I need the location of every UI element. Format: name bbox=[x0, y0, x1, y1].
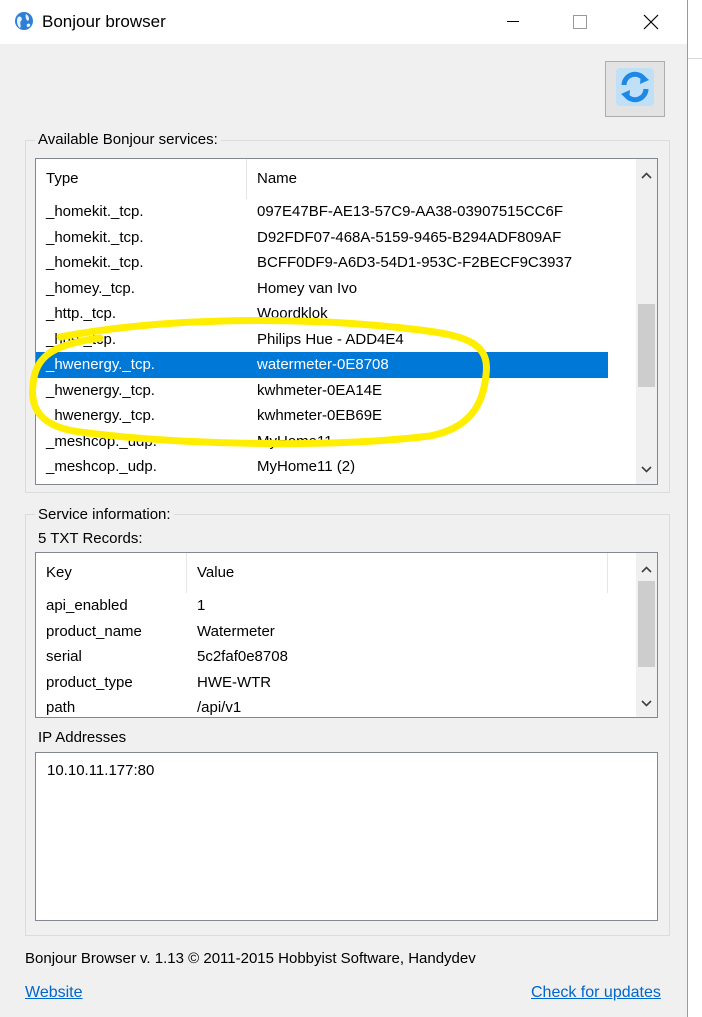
service-name: MyHome11 bbox=[257, 432, 333, 450]
service-row-selected[interactable]: _hwenergy._tcp. watermeter-0E8708 bbox=[36, 352, 608, 378]
service-row[interactable]: _homey._tcp. Homey van Ivo bbox=[36, 276, 608, 302]
background-window-strip bbox=[688, 0, 702, 1017]
bonjour-browser-window: Bonjour browser Available Bonjour servic… bbox=[0, 0, 688, 1017]
txt-record-value: 1 bbox=[197, 597, 206, 614]
scroll-down-arrow-icon[interactable] bbox=[636, 459, 657, 480]
service-row[interactable]: _hwenergy._tcp. kwhmeter-0EB69E bbox=[36, 403, 608, 429]
service-name: kwhmeter-0EA14E bbox=[257, 381, 383, 399]
service-name: kwhmeter-0EB69E bbox=[257, 407, 383, 424]
txt-record-value: Watermeter bbox=[197, 622, 275, 640]
service-name: BCFF0DF9-A6D3-54D1-953C-F2BECF9C3937 bbox=[257, 254, 573, 271]
window-title: Bonjour browser bbox=[42, 12, 166, 31]
service-row[interactable]: _homekit._tcp. 097E47BF-AE13-57C9-AA38-03… bbox=[36, 199, 608, 225]
service-type: _homekit._tcp. bbox=[46, 203, 144, 220]
txt-record-row[interactable]: api_enabled 1 bbox=[36, 593, 608, 619]
service-name: Homey van Ivo bbox=[257, 279, 358, 297]
service-row[interactable]: _meshcop._udp. MyHome11 bbox=[36, 429, 608, 455]
globe-icon bbox=[14, 11, 34, 31]
service-name: Philips Hue - ADD4E4 bbox=[257, 330, 404, 348]
service-type: _homekit._tcp. bbox=[46, 228, 144, 246]
maximize-button[interactable] bbox=[557, 0, 603, 44]
version-text: Bonjour Browser v. 1.13 © 2011-2015 Hobb… bbox=[25, 950, 476, 967]
refresh-button[interactable] bbox=[605, 61, 665, 117]
services-scrollbar[interactable] bbox=[636, 159, 657, 484]
txt-record-value: 5c2faf0e8708 bbox=[197, 648, 288, 665]
txt-record-value: HWE-WTR bbox=[197, 673, 272, 691]
txt-scroll-thumb[interactable] bbox=[638, 581, 655, 667]
txt-record-key: product_type bbox=[46, 673, 133, 691]
service-info-label: Service information: bbox=[35, 506, 174, 523]
service-type: _hwenergy._tcp. bbox=[46, 381, 155, 399]
service-name: watermeter-0E8708 bbox=[257, 356, 389, 373]
txt-record-row[interactable]: serial 5c2faf0e8708 bbox=[36, 644, 608, 670]
column-header-type[interactable]: Type bbox=[36, 159, 247, 199]
service-type: _homekit._tcp. bbox=[46, 254, 144, 271]
service-type: _meshcop._udp. bbox=[46, 432, 157, 450]
service-type: _hwenergy._tcp. bbox=[46, 407, 155, 424]
txt-record-key: api_enabled bbox=[46, 597, 128, 614]
column-header-value[interactable]: Value bbox=[187, 553, 608, 593]
scroll-down-arrow-icon[interactable] bbox=[636, 693, 657, 714]
close-button[interactable] bbox=[628, 0, 674, 44]
service-type: _hwenergy._tcp. bbox=[46, 356, 155, 373]
column-header-key[interactable]: Key bbox=[36, 553, 187, 593]
service-type: _homey._tcp. bbox=[46, 279, 135, 297]
service-type: _hue._tcp. bbox=[46, 330, 117, 348]
ip-addresses-label: IP Addresses bbox=[38, 729, 127, 746]
txt-record-value: /api/v1 bbox=[197, 699, 242, 716]
title-bar[interactable]: Bonjour browser bbox=[0, 0, 687, 44]
services-group-label: Available Bonjour services: bbox=[35, 131, 221, 148]
txt-record-row[interactable]: product_type HWE-WTR bbox=[36, 670, 608, 696]
txt-records-scrollbar[interactable] bbox=[636, 553, 657, 717]
services-list[interactable]: Type Name _homekit._tcp. 097E47BF-AE13-57… bbox=[35, 158, 658, 485]
txt-record-key: path bbox=[46, 699, 76, 716]
service-name: 097E47BF-AE13-57C9-AA38-03907515CC6F bbox=[257, 203, 564, 220]
service-row[interactable]: _meshcop._udp. MyHome11 (2) bbox=[36, 454, 608, 480]
ip-address-value: 10.10.11.177:80 bbox=[47, 762, 155, 779]
service-row[interactable]: _http._tcp. Woordklok bbox=[36, 301, 608, 327]
txt-records-count: 5 TXT Records: bbox=[38, 530, 143, 547]
service-type: _http._tcp. bbox=[46, 305, 117, 322]
service-row[interactable]: _hwenergy._tcp. kwhmeter-0EA14E bbox=[36, 378, 608, 404]
check-for-updates-link[interactable]: Check for updates bbox=[531, 984, 661, 1002]
services-scroll-thumb[interactable] bbox=[638, 304, 655, 387]
service-name: MyHome11 (2) bbox=[257, 458, 356, 475]
ip-addresses-box[interactable]: 10.10.11.177:80 bbox=[35, 752, 658, 921]
scroll-up-arrow-icon[interactable] bbox=[636, 165, 657, 186]
scroll-up-arrow-icon[interactable] bbox=[636, 559, 657, 580]
column-header-name[interactable]: Name bbox=[247, 159, 637, 199]
website-link[interactable]: Website bbox=[25, 984, 83, 1002]
txt-record-key: product_name bbox=[46, 622, 142, 640]
refresh-icon bbox=[615, 67, 655, 111]
service-row[interactable]: _homekit._tcp. D92FDF07-468A-5159-9465-B2… bbox=[36, 225, 608, 251]
txt-record-row[interactable]: path/api/v1 bbox=[36, 695, 608, 717]
txt-record-row[interactable]: product_name Watermeter bbox=[36, 619, 608, 645]
service-row[interactable]: _hue._tcp. Philips Hue - ADD4E4 bbox=[36, 327, 608, 353]
txt-record-key: serial bbox=[46, 648, 82, 665]
txt-records-list[interactable]: Key Value api_enabled 1 product_name Waterm… bbox=[35, 552, 658, 718]
service-type: _meshcop._udp. bbox=[46, 458, 157, 475]
background-window-line bbox=[688, 58, 702, 59]
service-row[interactable]: _homekit._tcp. BCFF0DF9-A6D3-54D1-953C-F2… bbox=[36, 250, 608, 276]
service-name: Woordklok bbox=[257, 305, 328, 322]
minimize-button[interactable] bbox=[490, 0, 536, 44]
service-name: D92FDF07-468A-5159-9465-B294ADF809AF bbox=[257, 228, 562, 246]
